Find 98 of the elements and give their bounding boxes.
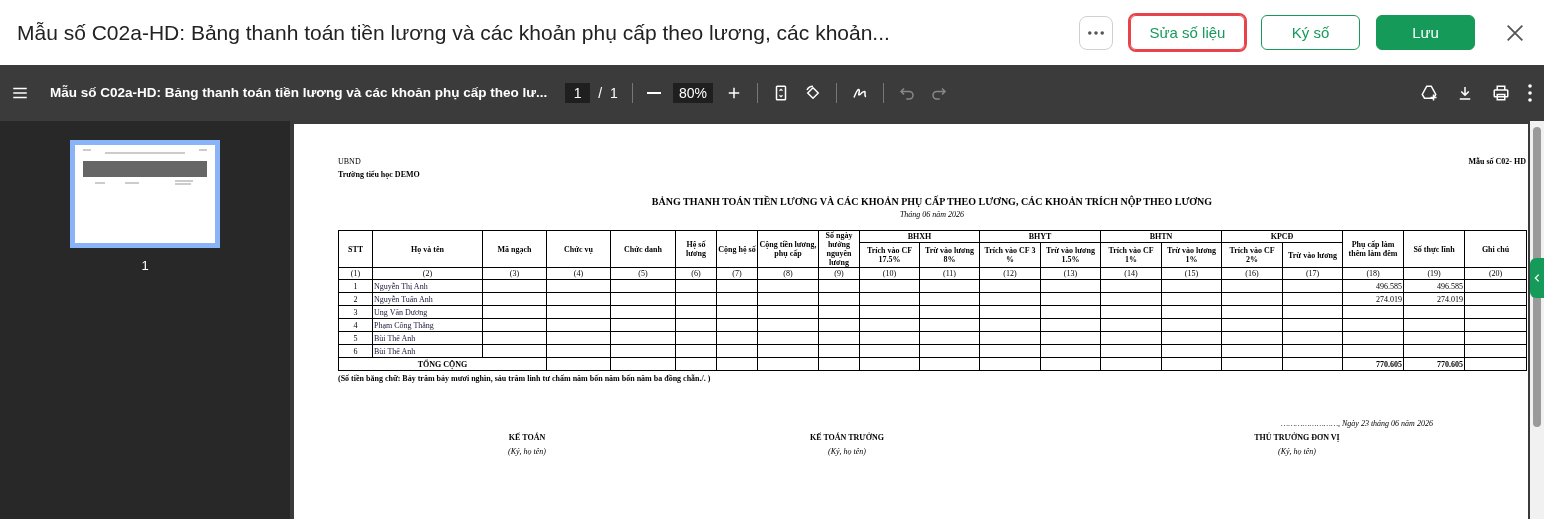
document-title: Mẫu số C02a-HD: Bảng thanh toán tiền lương và các khoản phụ cấp theo lư... [50, 84, 548, 102]
school-name: Trường tiểu học DEMO [338, 170, 420, 179]
employee-name: Nguyễn Thị Anh [372, 279, 483, 293]
zoom-field[interactable]: 80% [672, 83, 713, 103]
column-group-header: BHYT [979, 230, 1101, 243]
amount-cell: 274.019 [1342, 292, 1404, 306]
more-icon [1088, 30, 1104, 35]
column-number: (5) [610, 267, 676, 280]
column-header: Trừ vào lương 1% [1161, 242, 1222, 268]
minus-button[interactable] [646, 92, 661, 94]
page-number-field[interactable]: 1 [565, 83, 591, 103]
signature-title: THỦ TRƯỞNG ĐƠN VỊ [1254, 433, 1340, 442]
employee-name: Bùi Thế Anh [372, 331, 483, 345]
column-header: Chức danh [610, 230, 676, 268]
page-thumbnail[interactable] [70, 140, 220, 248]
row-number: 5 [338, 331, 373, 345]
form-code: Mẫu số C02- HD [1468, 157, 1526, 168]
column-number: (11) [919, 267, 980, 280]
column-header: Ghi chú [1464, 230, 1527, 268]
column-header: Họ và tên [372, 230, 483, 268]
row-number: 2 [338, 292, 373, 306]
column-number: (8) [757, 267, 819, 280]
action-button[interactable]: Sửa số liệu [1130, 15, 1245, 50]
column-header: Cộng hệ số [716, 230, 758, 268]
signature-note: (Ký, họ tên) [1278, 447, 1316, 456]
column-number: (15) [1161, 267, 1222, 280]
column-number: (17) [1282, 267, 1343, 280]
column-number: (2) [372, 267, 483, 280]
signature-title: KẾ TOÁN TRƯỞNG [810, 433, 884, 442]
column-header: Trích vào CF 1% [1100, 242, 1162, 268]
employee-name: Bùi Thế Anh [372, 344, 483, 358]
amount-in-words: (Số tiền bằng chữ: Bảy trăm bảy mươi nghìn, sáu trăm linh tư chấm năm bốn năm bốn năm ba đồng chẵn./. ) [338, 374, 712, 383]
more-vertical-icon [1528, 84, 1532, 102]
column-number: (9) [818, 267, 860, 280]
column-number: (4) [546, 267, 611, 280]
column-number: (14) [1100, 267, 1162, 280]
total-amount: 770.605 [1403, 357, 1465, 371]
column-header: STT [338, 230, 373, 268]
more-button[interactable] [1079, 15, 1113, 50]
signature-note: (Ký, họ tên) [508, 447, 546, 456]
report-period: Tháng 06 năm 2026 [898, 210, 966, 219]
column-group-header: BHXH [859, 230, 980, 243]
side-panel-toggle[interactable] [1530, 258, 1544, 298]
rotate-button[interactable] [803, 84, 822, 102]
employee-name: Ung Văn Dương [372, 305, 483, 319]
more-vertical-button[interactable] [1528, 84, 1532, 102]
amount-cell: 496.585 [1403, 279, 1465, 293]
column-number: (7) [716, 267, 758, 280]
column-number: (13) [1040, 267, 1101, 280]
organization-name: UBND [338, 157, 362, 166]
employee-name: Phạm Công Thắng [372, 318, 483, 332]
column-header: Số thực lĩnh [1403, 230, 1465, 268]
report-title: BẢNG THANH TOÁN TIỀN LƯƠNG VÀ CÁC KHOẢN PHỤ CẤP THEO LƯƠNG, CÁC KHOẢN TRÍCH NỘP THEO LƯƠNG [650, 196, 1214, 207]
row-number: 6 [338, 344, 373, 358]
column-number: (1) [338, 267, 373, 280]
column-group-header: KPCĐ [1221, 230, 1343, 243]
row-number: 1 [338, 279, 373, 293]
page-number-label: 1 [141, 258, 149, 273]
column-header: Chức vụ [546, 230, 611, 268]
column-header: Trích vào CF 2% [1221, 242, 1283, 268]
column-header: Hệ số lương [675, 230, 717, 268]
dialog-title: Mẫu số C02a-HD: Bảng thanh toán tiền lương và các khoản phụ cấp theo lương, các khoản... [17, 20, 891, 45]
row-number: 3 [338, 305, 373, 319]
column-header: Trích vào CF 3 % [979, 242, 1041, 268]
column-number: (12) [979, 267, 1041, 280]
column-number: (18) [1342, 267, 1404, 280]
column-number: (16) [1221, 267, 1283, 280]
column-header: Trích vào CF 17.5% [859, 242, 920, 268]
page-total: 1 [610, 85, 618, 101]
column-header: Số ngày hưởng nguyên lương [818, 230, 860, 268]
column-number: (19) [1403, 267, 1465, 280]
amount-cell: 274.019 [1403, 292, 1465, 306]
column-number: (6) [675, 267, 717, 280]
amount-cell: 496.585 [1342, 279, 1404, 293]
column-group-header: BHTN [1100, 230, 1222, 243]
column-header: Trừ vào lương 1.5% [1040, 242, 1101, 268]
column-number: (10) [859, 267, 920, 280]
print-button[interactable] [1492, 84, 1510, 102]
row-number: 4 [338, 318, 373, 332]
signature-title: KẾ TOÁN [508, 433, 546, 442]
column-header: Mã ngạch [482, 230, 547, 268]
date-line: ……………………, Ngày 23 tháng 06 năm 2026 [1280, 419, 1433, 428]
employee-name: Nguyễn Tuấn Anh [372, 292, 483, 306]
rotate-icon [803, 84, 822, 102]
signature-note: (Ký, họ tên) [828, 447, 866, 456]
total-amount: 770.605 [1342, 357, 1404, 371]
column-number: (3) [482, 267, 547, 280]
column-number: (20) [1464, 267, 1527, 280]
column-header: Cộng tiền lương, phụ cấp [757, 230, 819, 268]
print-icon [1492, 84, 1510, 102]
column-header: Trừ vào lương 8% [919, 242, 980, 268]
page-separator: / [598, 85, 603, 101]
minus-icon [646, 92, 661, 94]
column-header: Phụ cấp làm thêm làm đêm [1342, 230, 1404, 268]
action-button[interactable]: Ký số [1261, 15, 1360, 50]
scrollbar[interactable] [1530, 121, 1544, 519]
action-button[interactable]: Lưu [1376, 15, 1475, 50]
total-label: TỔNG CỘNG [338, 357, 547, 371]
